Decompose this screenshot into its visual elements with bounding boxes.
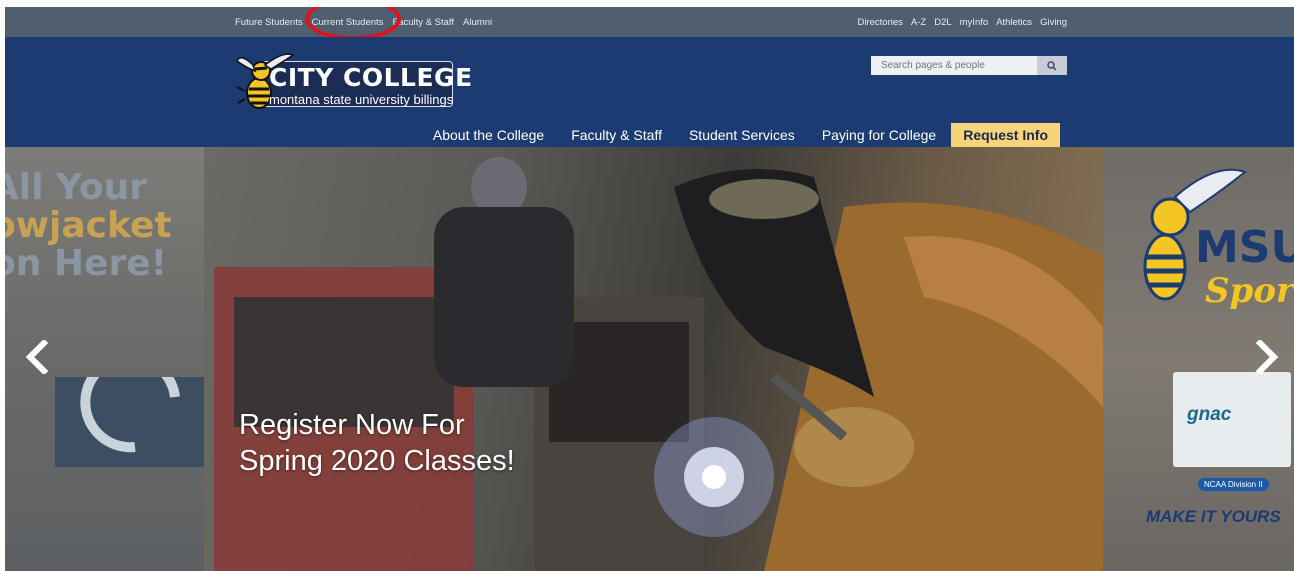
msub-wordmark: MSUB [1195,222,1294,273]
utility-link-faculty-staff[interactable]: Faculty & Staff [392,17,454,28]
logo-title: CITY COLLEGE [269,63,473,92]
chevron-left-icon [25,338,49,376]
slide-caption-line-1: Register Now For [239,409,465,441]
search-icon [1047,60,1057,71]
carousel-slide-current[interactable]: Register Now For Spring 2020 Classes! [204,147,1103,571]
ncaa-badge: NCAA Division II [1198,478,1269,491]
previous-slide-line-1: All Your [5,167,147,208]
gnac-wordmark: gnac [1187,404,1232,425]
slide-caption: Register Now For Spring 2020 Classes! [239,407,515,479]
request-info-button[interactable]: Request Info [951,123,1060,147]
page: Future Students Current Students Faculty… [5,7,1294,571]
utility-link-myinfo[interactable]: myInfo [960,17,989,28]
msub-sports-logo: MSUB Sports [1143,168,1294,311]
previous-slide-text: All Your owjacket on Here! [5,169,172,283]
previous-slide-line-3: on Here! [5,243,168,284]
logo-subtitle: montana state university billings [269,92,454,107]
utility-link-directories[interactable]: Directories [857,17,902,28]
site-header: CITY COLLEGE montana state university bi… [5,37,1294,147]
welder-photo-graphic [214,157,1103,571]
utility-link-current-students[interactable]: Current Students [312,17,384,28]
site-logo[interactable]: CITY COLLEGE montana state university bi… [235,51,472,113]
sports-script-wordmark: Sports [1205,271,1294,311]
utility-link-future-students[interactable]: Future Students [235,17,303,28]
utility-bar: Future Students Current Students Faculty… [5,7,1294,37]
previous-slide-banner-graphic [55,377,204,467]
utility-link-athletics[interactable]: Athletics [996,17,1032,28]
utility-link-giving[interactable]: Giving [1040,17,1067,28]
chevron-right-icon [1255,338,1279,376]
nav-faculty-staff[interactable]: Faculty & Staff [571,127,662,143]
nav-paying-for-college[interactable]: Paying for College [822,127,936,143]
main-nav: About the College Faculty & Staff Studen… [406,123,1060,147]
gnac-sign: gnac [1173,372,1291,467]
search-button[interactable] [1037,56,1067,75]
hero-carousel: All Your owjacket on Here! Register Now … [5,147,1294,571]
utility-link-alumni[interactable]: Alumni [463,17,492,28]
nav-student-services[interactable]: Student Services [689,127,795,143]
slide-caption-line-2: Spring 2020 Classes! [239,445,515,477]
carousel-prev-button[interactable] [22,338,52,376]
search-box [871,56,1067,75]
carousel-next-button[interactable] [1252,338,1282,376]
utility-nav-left: Future Students Current Students Faculty… [235,7,501,37]
utility-nav-right: Directories A-Z D2L myInfo Athletics Giv… [849,7,1067,37]
previous-slide-line-2: owjacket [5,205,172,246]
utility-link-a-z[interactable]: A-Z [911,17,926,28]
utility-link-d2l[interactable]: D2L [934,17,951,28]
search-input[interactable] [871,56,1037,75]
nav-about-the-college[interactable]: About the College [433,127,544,143]
make-it-yours-slogan: MAKE IT YOURS [1146,507,1281,526]
